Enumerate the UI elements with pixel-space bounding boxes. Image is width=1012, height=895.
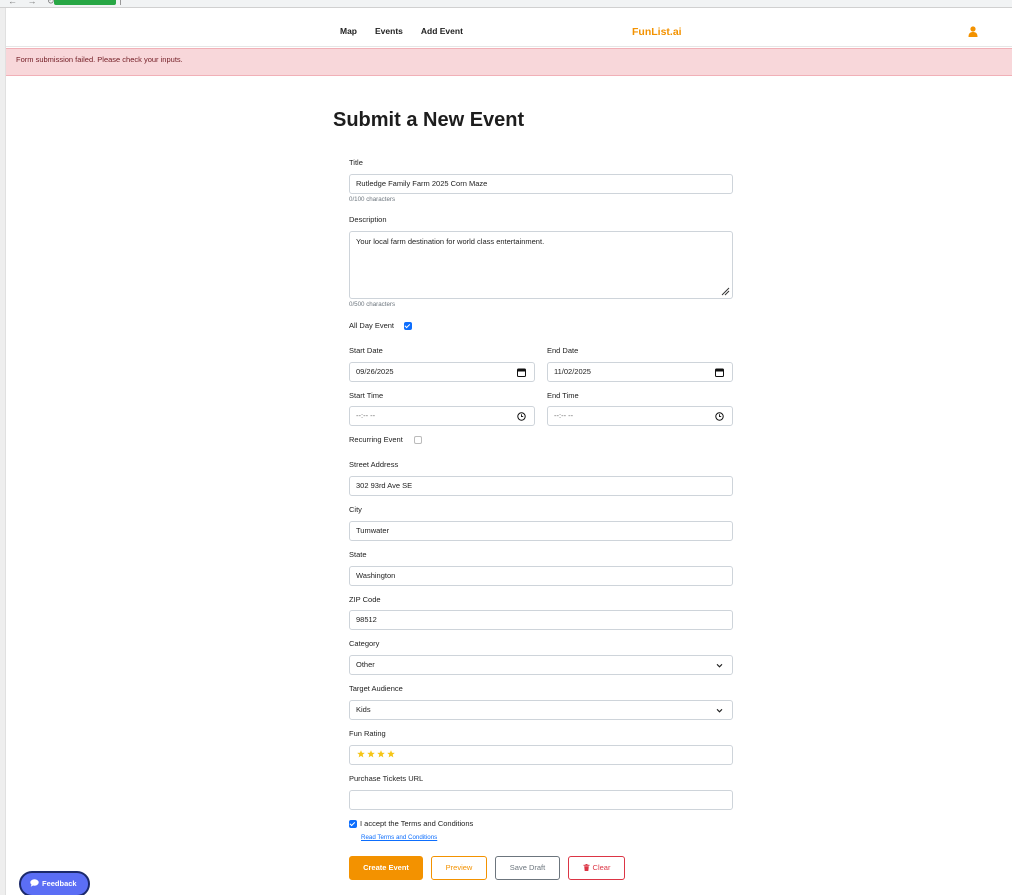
recurring-checkbox[interactable] bbox=[414, 436, 422, 444]
terms-checkbox[interactable] bbox=[349, 820, 357, 828]
category-label: Category bbox=[349, 639, 380, 648]
top-navbar: Map Events Add Event FunList.ai bbox=[6, 9, 1012, 47]
zip-label: ZIP Code bbox=[349, 595, 381, 604]
browser-nav-icons[interactable]: ← → ↻ bbox=[8, 0, 59, 7]
browser-chrome-strip: ← → ↻ bbox=[0, 0, 1012, 8]
calendar-icon[interactable] bbox=[715, 368, 724, 377]
end-date-value: 11/02/2025 bbox=[554, 367, 591, 376]
error-alert: Form submission failed. Please check you… bbox=[6, 48, 1012, 76]
tickets-url-label: Purchase Tickets URL bbox=[349, 774, 424, 783]
title-char-counter: 0/100 characters bbox=[349, 196, 396, 203]
audience-selected-value: Kids bbox=[356, 705, 371, 714]
start-time-input[interactable]: --:-- -- bbox=[349, 406, 535, 426]
tickets-url-input[interactable] bbox=[349, 790, 733, 810]
end-time-label: End Time bbox=[547, 391, 579, 400]
recurring-label: Recurring Event bbox=[349, 435, 403, 444]
page-title: Submit a New Event bbox=[333, 109, 525, 131]
chat-bubble-icon bbox=[30, 879, 39, 887]
error-alert-message: Form submission failed. Please check you… bbox=[16, 55, 183, 64]
star-icon[interactable] bbox=[357, 750, 365, 758]
street-label: Street Address bbox=[349, 460, 399, 469]
title-label: Title bbox=[349, 158, 363, 167]
city-input[interactable]: Tumwater bbox=[349, 521, 733, 541]
end-date-input[interactable]: 11/02/2025 bbox=[547, 362, 733, 382]
clear-button[interactable]: Clear bbox=[568, 856, 625, 880]
read-terms-link[interactable]: Read Terms and Conditions bbox=[361, 834, 437, 841]
state-label: State bbox=[349, 550, 367, 559]
feedback-button[interactable]: Feedback bbox=[19, 871, 90, 895]
nav-links: Map Events Add Event bbox=[340, 26, 463, 36]
trash-icon bbox=[583, 864, 590, 871]
chevron-down-icon bbox=[716, 663, 723, 668]
description-text: Your local farm destination for world cl… bbox=[356, 237, 545, 246]
start-time-placeholder: --:-- -- bbox=[356, 411, 376, 420]
fun-rating-field[interactable] bbox=[349, 745, 733, 765]
fun-rating-label: Fun Rating bbox=[349, 729, 386, 738]
create-event-button[interactable]: Create Event bbox=[349, 856, 423, 880]
all-day-label: All Day Event bbox=[349, 321, 395, 330]
star-icon[interactable] bbox=[377, 750, 385, 758]
save-draft-button[interactable]: Save Draft bbox=[495, 856, 560, 880]
end-time-input[interactable]: --:-- -- bbox=[547, 406, 733, 426]
preview-button[interactable]: Preview bbox=[431, 856, 487, 880]
calendar-icon[interactable] bbox=[517, 368, 526, 377]
street-input[interactable]: 302 93rd Ave SE bbox=[349, 476, 733, 496]
nav-link-map[interactable]: Map bbox=[340, 26, 357, 36]
category-select[interactable]: Other bbox=[349, 655, 733, 675]
audience-label: Target Audience bbox=[349, 684, 403, 693]
feedback-label: Feedback bbox=[42, 879, 77, 888]
start-date-input[interactable]: 09/26/2025 bbox=[349, 362, 535, 382]
resize-grip-icon[interactable] bbox=[720, 286, 730, 296]
state-input[interactable]: Washington bbox=[349, 566, 733, 586]
nav-link-add-event[interactable]: Add Event bbox=[421, 26, 463, 36]
terms-label: I accept the Terms and Conditions bbox=[360, 819, 474, 828]
clock-icon[interactable] bbox=[517, 412, 526, 421]
brand-logo[interactable]: FunList.ai bbox=[632, 26, 682, 38]
star-icon[interactable] bbox=[367, 750, 375, 758]
zip-input[interactable]: 98512 bbox=[349, 610, 733, 630]
description-char-counter: 0/500 characters bbox=[349, 301, 396, 308]
window-left-edge bbox=[0, 8, 6, 895]
fun-rating-stars[interactable] bbox=[357, 750, 395, 758]
all-day-checkbox[interactable] bbox=[404, 322, 412, 330]
description-label: Description bbox=[349, 215, 387, 224]
chevron-down-icon bbox=[716, 708, 723, 713]
end-time-placeholder: --:-- -- bbox=[554, 411, 574, 420]
audience-select[interactable]: Kids bbox=[349, 700, 733, 720]
start-time-label: Start Time bbox=[349, 391, 384, 400]
nav-link-events[interactable]: Events bbox=[375, 26, 403, 36]
start-date-value: 09/26/2025 bbox=[356, 367, 394, 376]
end-date-label: End Date bbox=[547, 346, 579, 355]
category-selected-value: Other bbox=[356, 660, 375, 669]
star-icon[interactable] bbox=[387, 750, 395, 758]
city-label: City bbox=[349, 505, 362, 514]
url-path[interactable] bbox=[120, 0, 160, 5]
start-date-label: Start Date bbox=[349, 346, 383, 355]
user-icon[interactable] bbox=[968, 26, 978, 37]
clock-icon[interactable] bbox=[715, 412, 724, 421]
title-input[interactable]: Rutledge Family Farm 2025 Corn Maze bbox=[349, 174, 733, 194]
clear-button-label: Clear bbox=[592, 863, 611, 872]
url-security-pill[interactable] bbox=[54, 0, 116, 5]
description-textarea[interactable]: Your local farm destination for world cl… bbox=[349, 231, 733, 299]
